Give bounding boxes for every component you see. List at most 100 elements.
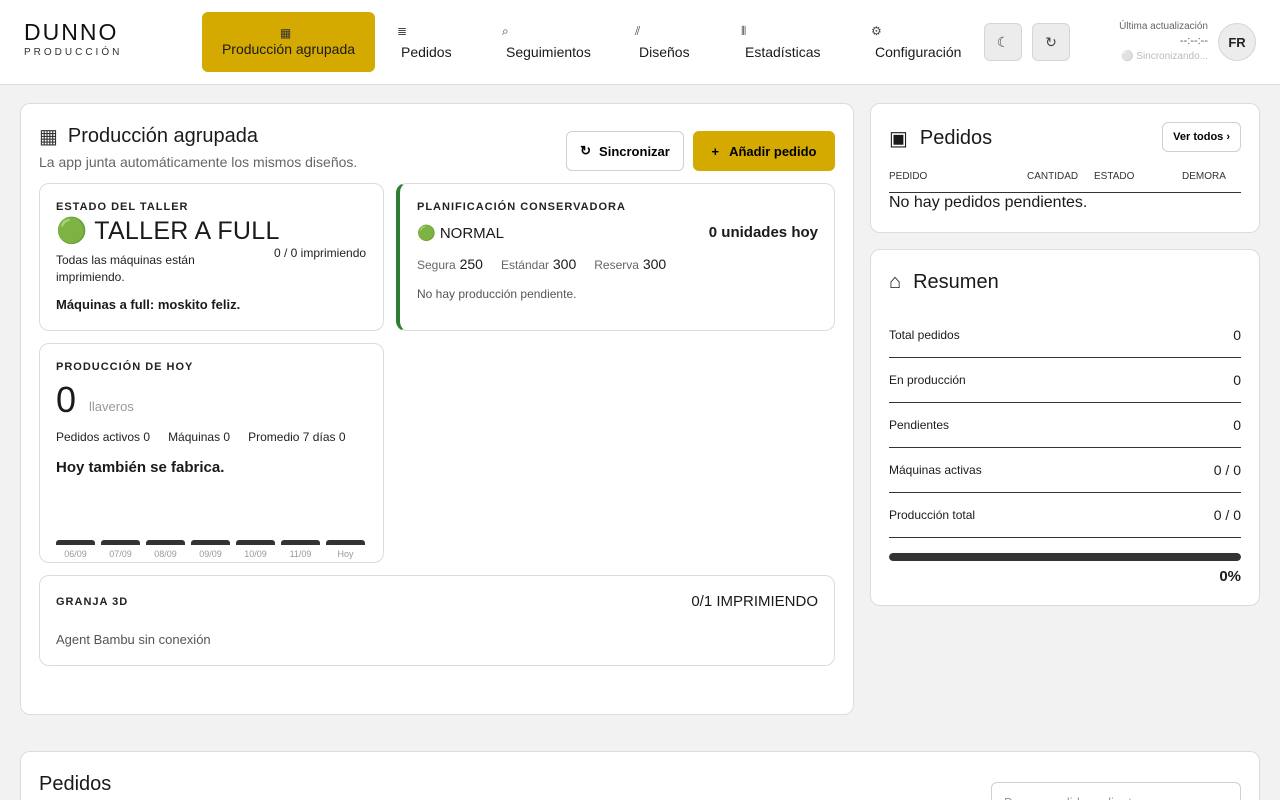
- today-value: 0: [56, 379, 77, 420]
- orders-section-title: Pedidos: [39, 773, 112, 795]
- threshold-safe-value: 250: [459, 256, 483, 272]
- farm-note: Agent Bambu sin conexión: [56, 632, 211, 647]
- top-bar: DUNNO PRODUCCIÓN ▦ Producción agrupada ≣ …: [0, 0, 1280, 85]
- production-progress-bar: [889, 553, 1241, 561]
- chart-icon: ⦀: [741, 24, 747, 38]
- summary-value: 0 / 0: [1213, 507, 1241, 523]
- last-update-label: Última actualización: [1119, 21, 1208, 32]
- summary-label: Máquinas activas: [889, 463, 982, 477]
- page-title-text: Producción agrupada: [67, 125, 259, 147]
- nav-disenos[interactable]: ⫽ Diseños: [635, 12, 690, 72]
- day-bar: 11/09: [281, 540, 320, 559]
- active-orders-stat: Pedidos activos 0: [56, 430, 151, 444]
- brand-subtitle: PRODUCCIÓN: [24, 47, 123, 58]
- today-production-card: PRODUCCIÓN DE HOY 0 llaveros Pedidos act…: [39, 343, 384, 563]
- threshold-reserve-value: 300: [642, 256, 667, 272]
- threshold-safe: Segura 250: [417, 256, 483, 272]
- day-label: 11/09: [289, 549, 312, 559]
- plus-icon: +: [711, 143, 720, 159]
- brand-name: DUNNO: [24, 19, 119, 45]
- day-bar-fill: [191, 540, 230, 545]
- day-bar-fill: [281, 540, 320, 545]
- orders-empty-message: No hay pedidos pendientes.: [889, 194, 1088, 211]
- day-bar: 09/09: [191, 540, 230, 559]
- nav-label: Configuración: [875, 44, 962, 60]
- summary-label: Total pedidos: [889, 328, 960, 342]
- day-label: 09/09: [199, 549, 222, 559]
- farm-status: 0/1 IMPRIMIENDO: [691, 593, 818, 610]
- avg7-stat: Promedio 7 días 0: [248, 430, 346, 444]
- refresh-button[interactable]: ↻: [1032, 23, 1070, 61]
- planning-note: No hay producción pendiente.: [417, 287, 577, 301]
- summary-value: 0 / 0: [1213, 462, 1241, 478]
- day-bar: 07/09: [101, 540, 140, 559]
- planning-units: 0 unidades hoy: [708, 224, 818, 241]
- view-all-button[interactable]: Ver todos ›: [1162, 122, 1241, 152]
- nav-label: Pedidos: [401, 44, 452, 60]
- nav-pedidos[interactable]: ≣ Pedidos: [397, 12, 452, 72]
- grid-icon: ▦: [279, 26, 292, 40]
- planning-card: PLANIFICACIÓN CONSERVADORA 🟢 NORMAL 0 un…: [396, 183, 835, 331]
- summary-row-machines: Máquinas activas 0 / 0: [889, 448, 1241, 493]
- last-update-time: --:--:--: [1179, 35, 1208, 47]
- column-header[interactable]: PEDIDO: [889, 171, 927, 182]
- last-update: Última actualización --:--:-- ⚪ Sincroni…: [1119, 20, 1208, 64]
- brand-logo[interactable]: DUNNO PRODUCCIÓN: [24, 20, 122, 58]
- threshold-safe-label: Segura: [417, 258, 456, 272]
- workshop-count: 0 / 0 imprimiendo: [274, 246, 367, 260]
- workshop-status-card: ESTADO DEL TALLER 🟢 TALLER A FULL Todas …: [39, 183, 384, 331]
- daily-bars: 06/09 07/09 08/09 09/09 10/09 11/09 Hoy: [56, 540, 365, 559]
- nav-label: Seguimientos: [506, 44, 591, 60]
- sync-button-label: Sincronizar: [599, 143, 670, 159]
- main-panel: ▦ Producción agrupada La app junta autom…: [20, 103, 854, 715]
- summary-value: 0: [1233, 417, 1241, 433]
- column-header[interactable]: DEMORA: [1182, 171, 1226, 182]
- sync-icon: ↻: [580, 143, 592, 158]
- sync-status: ⚪ Sincronizando...: [1121, 51, 1208, 62]
- day-bar-fill: [326, 540, 365, 545]
- threshold-standard-value: 300: [552, 256, 577, 272]
- column-header[interactable]: CANTIDAD: [1027, 171, 1078, 182]
- threshold-standard-label: Estándar: [500, 258, 549, 272]
- today-stats: Pedidos activos 0 Máquinas 0 Promedio 7 …: [56, 430, 346, 444]
- hatch-icon: ⫽: [635, 24, 641, 38]
- user-avatar[interactable]: FR: [1218, 23, 1256, 61]
- summary-row-total-production: Producción total 0 / 0: [889, 493, 1241, 538]
- planning-level: 🟢 NORMAL: [417, 225, 505, 242]
- day-label: 08/09: [154, 549, 177, 559]
- column-header[interactable]: ESTADO: [1094, 171, 1134, 182]
- nav-label: Estadísticas: [745, 44, 821, 60]
- nav-produccion-agrupada[interactable]: ▦ Producción agrupada: [202, 12, 375, 72]
- orders-table-header: PEDIDO CANTIDAD ESTADO DEMORA: [889, 171, 1241, 193]
- nav-estadisticas[interactable]: ⦀ Estadísticas: [741, 12, 820, 72]
- progress-fill: [889, 553, 1241, 561]
- refresh-icon: ↻: [1045, 33, 1057, 50]
- summary-panel: ⌂ Resumen Total pedidos 0 En producción …: [870, 249, 1260, 606]
- gear-icon: ⚙: [871, 24, 882, 38]
- summary-label: Pendientes: [889, 418, 950, 432]
- moon-icon: ☾: [996, 33, 1010, 50]
- summary-label: Producción total: [889, 508, 976, 522]
- day-label: 10/09: [244, 549, 267, 559]
- day-bar-fill: [146, 540, 185, 545]
- nav-seguimientos[interactable]: ⌕ Seguimientos: [502, 12, 591, 72]
- orders-section: Pedidos: [20, 751, 1260, 800]
- day-label: 07/09: [109, 549, 132, 559]
- sync-button[interactable]: ↻ Sincronizar: [566, 131, 684, 171]
- day-bar: 08/09: [146, 540, 185, 559]
- add-order-label: Añadir pedido: [729, 143, 817, 159]
- nav-configuracion[interactable]: ⚙ Configuración: [871, 12, 961, 72]
- home-icon: ⌂: [889, 271, 902, 293]
- add-order-button[interactable]: + Añadir pedido: [693, 131, 835, 171]
- theme-toggle-button[interactable]: ☾: [984, 23, 1022, 61]
- order-search-input[interactable]: [991, 782, 1241, 800]
- day-bar-fill: [101, 540, 140, 545]
- orders-panel: ▣ Pedidos Ver todos › PEDIDO CANTIDAD ES…: [870, 103, 1260, 233]
- summary-title: ⌂ Resumen: [889, 271, 999, 294]
- day-bar: Hoy: [326, 540, 365, 559]
- summary-row-pending: Pendientes 0: [889, 403, 1241, 448]
- nav-label: Producción agrupada: [221, 41, 356, 57]
- summary-row-total: Total pedidos 0: [889, 313, 1241, 358]
- planning-kicker: PLANIFICACIÓN CONSERVADORA: [417, 201, 626, 213]
- nav-label: Diseños: [639, 44, 690, 60]
